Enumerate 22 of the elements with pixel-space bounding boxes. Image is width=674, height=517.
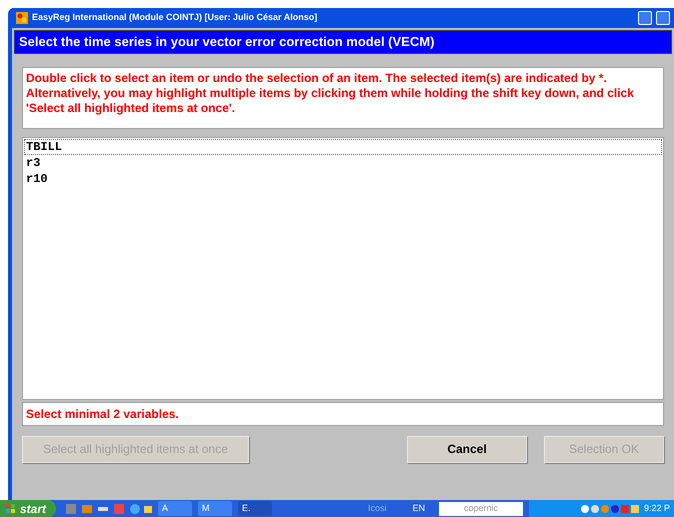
list-item[interactable]: r3 (24, 154, 662, 170)
taskbar-task[interactable]: M (198, 501, 232, 516)
minimize-button[interactable] (638, 11, 652, 25)
status-message: Select minimal 2 variables. (22, 402, 664, 426)
list-item[interactable]: r10 (24, 170, 662, 186)
header-bar: Select the time series in your vector error correction model (VECM) (14, 30, 672, 54)
tray-icons[interactable] (580, 504, 640, 514)
search-field[interactable]: copernic (439, 502, 524, 516)
cancel-button[interactable]: Cancel (407, 436, 527, 462)
taskbar-task[interactable]: A (158, 501, 192, 516)
language-indicator[interactable]: EN (412, 502, 426, 516)
taskbar-task[interactable]: E. (238, 501, 272, 516)
list-item[interactable]: TBILL (24, 138, 662, 154)
windows-flag-icon (6, 504, 16, 514)
app-icon (16, 12, 28, 24)
instructions-text: Double click to select an item or undo the selection of an item. The selected item(s) are indicated by *. Alternatively, you may highlight multiple items by clicking them while holding the shift key down, and click 'Select all highlighted items at once'. (22, 66, 664, 128)
series-list[interactable]: TBILL r3 r10 (22, 136, 664, 400)
toolbar-label: Icosi (368, 502, 387, 515)
start-button[interactable]: start (0, 500, 56, 517)
window-title: EasyReg International (Module COINTJ) [User: Julio César Alonso] (32, 11, 318, 24)
maximize-button[interactable] (656, 11, 670, 25)
clock: 9:22 P (644, 502, 670, 515)
